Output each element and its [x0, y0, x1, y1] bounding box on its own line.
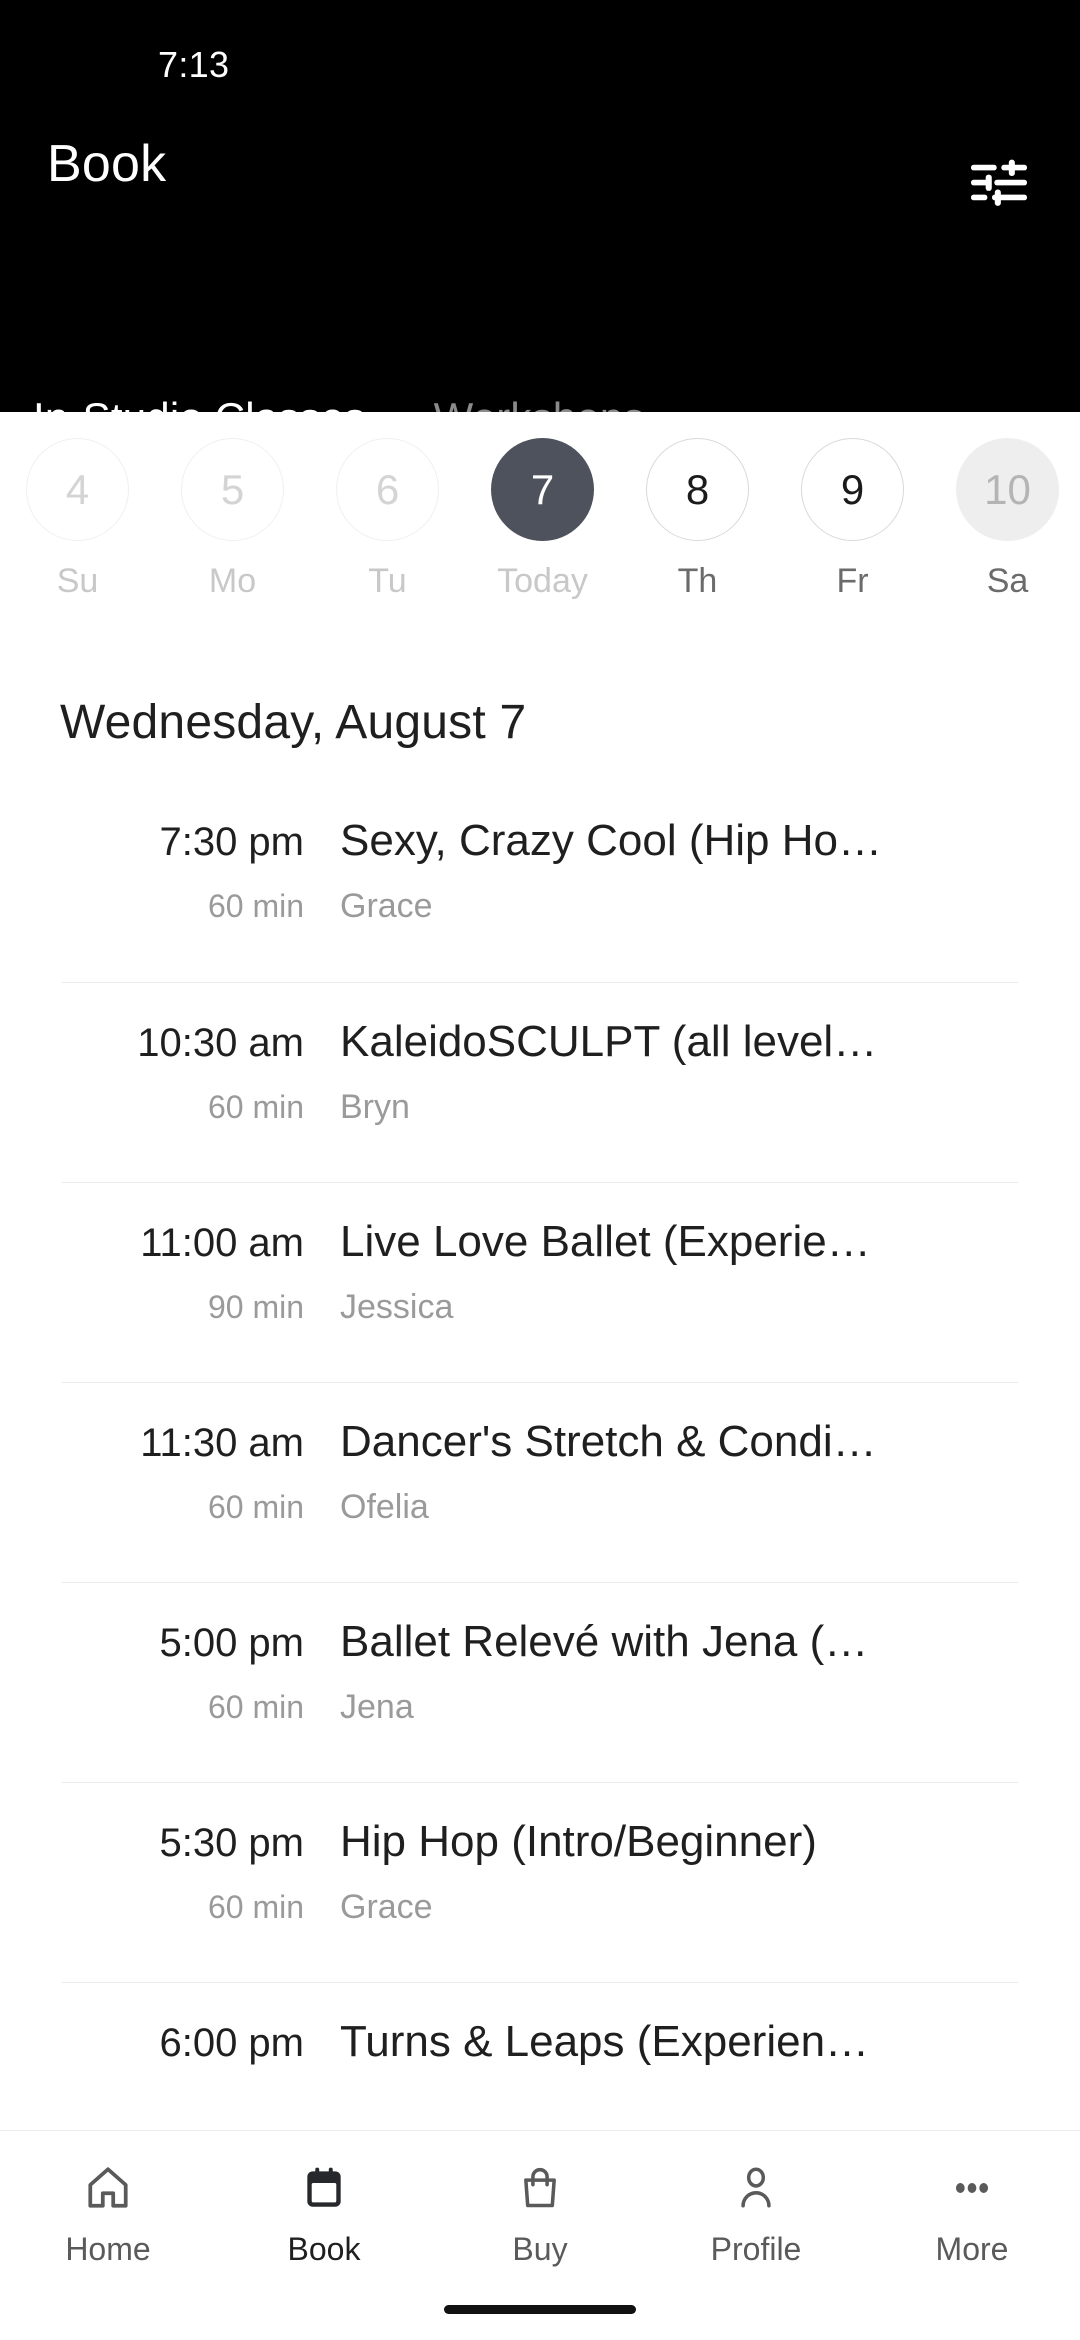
class-teacher: Ofelia [340, 1487, 429, 1526]
class-list[interactable]: 7:30 pm 60 min Sexy, Crazy Cool (Hip Ho…… [0, 782, 1080, 2340]
class-info-column: KaleidoSCULPT (all level… Bryn [340, 983, 1018, 1124]
date-number: 4 [26, 438, 129, 541]
class-info-column: Dancer's Stretch & Condi… Ofelia [340, 1383, 1018, 1524]
class-time: 5:00 pm [159, 1621, 304, 1665]
class-info-column: Live Love Ballet (Experie… Jessica [340, 1183, 1018, 1324]
nav-item-book[interactable]: Book [216, 2157, 432, 2265]
date-number: 10 [956, 438, 1059, 541]
date-number: 6 [336, 438, 439, 541]
class-time-column: 7:30 pm 60 min [62, 782, 340, 922]
nav-item-home[interactable]: Home [0, 2157, 216, 2265]
date-number: 5 [181, 438, 284, 541]
class-title: Live Love Ballet (Experie… [340, 1217, 871, 1266]
class-title: Ballet Relevé with Jena (… [340, 1617, 869, 1666]
class-time-column: 6:00 pm [62, 1983, 340, 2091]
date-weekday: Today [497, 562, 588, 600]
header-block: 7:13 Book [0, 0, 1080, 441]
date-weekday: Fr [836, 562, 869, 600]
date-number: 7 [491, 438, 594, 541]
nav-item-more[interactable]: More [864, 2157, 1080, 2265]
class-time: 7:30 pm [159, 820, 304, 864]
selected-date-heading: Wednesday, August 7 [60, 695, 527, 749]
class-row[interactable]: 5:00 pm 60 min Ballet Relevé with Jena (… [62, 1582, 1018, 1782]
home-icon [83, 2157, 133, 2219]
class-time: 6:00 pm [159, 2021, 304, 2065]
date-picker-strip[interactable]: 4 Su 5 Mo 6 Tu 7 Today 8 Th 9 Fr 10 Sa [0, 412, 1080, 662]
calendar-icon [299, 2157, 349, 2219]
status-bar: 7:13 [0, 0, 1080, 112]
class-title: KaleidoSCULPT (all level… [340, 1017, 878, 1066]
date-weekday: Th [677, 562, 718, 600]
date-number: 8 [646, 438, 749, 541]
home-indicator [444, 2305, 636, 2314]
class-title: Turns & Leaps (Experien… [340, 2017, 870, 2066]
date-cell-10[interactable]: 10 Sa [930, 438, 1080, 598]
class-time: 11:00 am [140, 1221, 304, 1265]
class-duration: 60 min [207, 888, 304, 924]
class-time: 5:30 pm [159, 1821, 304, 1865]
date-weekday: Mo [208, 562, 257, 600]
app-screen: 7:13 Book 4 Su 5 Mo 6 Tu 7 Today 8 Th 9 … [0, 0, 1080, 2340]
class-info-column: Ballet Relevé with Jena (… Jena [340, 1583, 1018, 1724]
ellipsis-icon [947, 2157, 997, 2219]
class-time: 11:30 am [140, 1421, 304, 1465]
class-duration: 60 min [207, 1889, 304, 1925]
shopping-bag-icon [515, 2157, 565, 2219]
class-teacher: Bryn [340, 1087, 410, 1126]
nav-label-profile: Profile [710, 2231, 802, 2267]
class-title: Hip Hop (Intro/Beginner) [340, 1817, 817, 1866]
date-cell-8[interactable]: 8 Th [620, 438, 775, 598]
nav-label-book: Book [287, 2231, 361, 2267]
date-cell-9[interactable]: 9 Fr [775, 438, 930, 598]
tune-sliders-icon [971, 159, 1027, 207]
class-row[interactable]: 11:30 am 60 min Dancer's Stretch & Condi… [62, 1382, 1018, 1582]
status-bar-clock: 7:13 [158, 44, 230, 85]
date-cell-4[interactable]: 4 Su [0, 438, 155, 598]
class-info-column: Sexy, Crazy Cool (Hip Ho… Grace [340, 782, 1018, 923]
class-info-column: Turns & Leaps (Experien… [340, 1983, 1018, 2090]
class-row[interactable]: 10:30 am 60 min KaleidoSCULPT (all level… [62, 982, 1018, 1182]
date-cell-5[interactable]: 5 Mo [155, 438, 310, 598]
class-duration: 90 min [207, 1289, 304, 1325]
class-time: 10:30 am [137, 1021, 304, 1065]
date-weekday: Tu [368, 562, 407, 600]
class-time-column: 10:30 am 60 min [62, 983, 340, 1123]
class-title: Dancer's Stretch & Condi… [340, 1417, 877, 1466]
page-title: Book [47, 135, 167, 193]
class-teacher: Grace [340, 886, 433, 925]
date-cell-6[interactable]: 6 Tu [310, 438, 465, 598]
class-duration: 60 min [207, 1489, 304, 1525]
class-time-column: 5:00 pm 60 min [62, 1583, 340, 1723]
app-bar: Book [0, 112, 1080, 441]
class-teacher: Grace [340, 1887, 433, 1926]
person-icon [731, 2157, 781, 2219]
date-cell-7-today[interactable]: 7 Today [465, 438, 620, 598]
date-weekday: Su [56, 562, 99, 600]
class-title: Sexy, Crazy Cool (Hip Ho… [340, 816, 882, 865]
class-info-column: Hip Hop (Intro/Beginner) Grace [340, 1783, 1018, 1924]
date-number: 9 [801, 438, 904, 541]
class-row[interactable]: 11:00 am 90 min Live Love Ballet (Experi… [62, 1182, 1018, 1382]
class-row[interactable]: 5:30 pm 60 min Hip Hop (Intro/Beginner) … [62, 1782, 1018, 1982]
class-teacher: Jessica [340, 1287, 454, 1326]
filter-button[interactable] [960, 144, 1038, 222]
class-duration: 60 min [207, 1089, 304, 1125]
class-duration: 60 min [207, 1689, 304, 1725]
nav-label-buy: Buy [512, 2231, 568, 2267]
class-time-column: 5:30 pm 60 min [62, 1783, 340, 1923]
nav-item-buy[interactable]: Buy [432, 2157, 648, 2265]
date-weekday: Sa [986, 562, 1029, 600]
class-time-column: 11:30 am 60 min [62, 1383, 340, 1523]
bottom-navigation-bar: Home Book Buy Profile More [0, 2130, 1080, 2340]
nav-label-home: Home [65, 2231, 151, 2267]
class-time-column: 11:00 am 90 min [62, 1183, 340, 1323]
nav-label-more: More [935, 2231, 1009, 2267]
class-teacher: Jena [340, 1687, 414, 1726]
class-row[interactable]: 7:30 pm 60 min Sexy, Crazy Cool (Hip Ho…… [62, 782, 1018, 982]
nav-item-profile[interactable]: Profile [648, 2157, 864, 2265]
